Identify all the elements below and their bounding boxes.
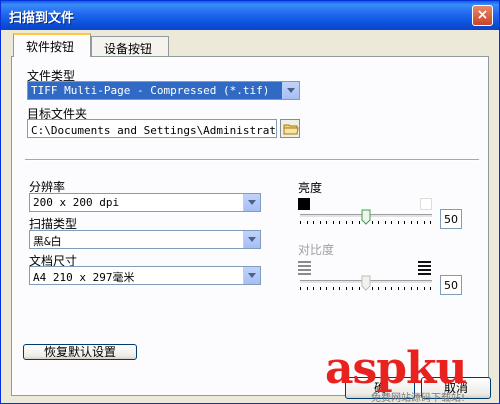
slider-tick xyxy=(391,287,392,290)
chevron-down-icon[interactable] xyxy=(243,267,260,284)
restore-defaults-button[interactable]: 恢复默认设置 xyxy=(23,344,137,360)
resolution-value: 200 x 200 dpi xyxy=(33,196,120,209)
slider-tick xyxy=(404,221,405,224)
tab-software-buttons-label: 软件按钮 xyxy=(26,40,75,54)
slider-tick xyxy=(339,287,340,290)
slider-tick xyxy=(397,287,399,290)
close-icon: × xyxy=(476,7,489,23)
watermark-logo: aspku xyxy=(325,343,468,394)
slider-tick xyxy=(423,221,425,224)
slider-tick xyxy=(391,221,392,224)
target-folder-input[interactable]: C:\Documents and Settings\Administrator\… xyxy=(27,119,277,138)
slider-tick xyxy=(404,287,405,290)
slider-tick xyxy=(352,221,353,224)
brightness-label: 亮度 xyxy=(298,181,323,195)
resolution-select[interactable]: 200 x 200 dpi xyxy=(29,193,261,212)
slider-tick xyxy=(423,287,425,290)
slider-tick xyxy=(371,221,373,224)
light-square-icon xyxy=(420,198,432,210)
brightness-value-text: 50 xyxy=(444,213,458,226)
slider-tick xyxy=(300,221,301,224)
slider-tick xyxy=(358,221,360,224)
slider-tick xyxy=(306,221,308,224)
tab-device-buttons-label: 设备按钮 xyxy=(104,42,153,56)
close-button[interactable]: × xyxy=(472,5,493,26)
slider-tick xyxy=(326,221,327,224)
slider-tick xyxy=(410,221,412,224)
document-size-select[interactable]: A4 210 x 297毫米 xyxy=(29,266,261,285)
slider-tick xyxy=(358,287,360,290)
slider-tick xyxy=(345,221,347,224)
scan-to-file-window: 扫描到文件 × 软件按钮 设备按钮 文件类型 TIFF Multi-Page -… xyxy=(0,0,500,404)
scan-type-select[interactable]: 黑&白 xyxy=(29,230,261,249)
low-contrast-icon xyxy=(298,261,311,275)
chevron-down-icon[interactable] xyxy=(243,231,260,248)
target-folder-value: C:\Documents and Settings\Administrator\… xyxy=(31,124,277,137)
contrast-value-text: 50 xyxy=(444,279,458,292)
document-size-value: A4 210 x 297毫米 xyxy=(33,271,135,284)
brightness-value[interactable]: 50 xyxy=(440,209,462,229)
file-type-value: TIFF Multi-Page - Compressed (*.tif) xyxy=(31,84,270,97)
contrast-value[interactable]: 50 xyxy=(440,275,462,295)
scan-type-value: 黑&白 xyxy=(33,235,62,248)
slider-tick xyxy=(378,287,379,290)
browse-folder-button[interactable] xyxy=(280,119,300,138)
window-title: 扫描到文件 xyxy=(9,11,75,26)
slider-tick xyxy=(417,221,418,224)
contrast-slider-thumb[interactable] xyxy=(361,275,371,291)
chevron-down-icon[interactable] xyxy=(243,194,260,211)
file-type-select[interactable]: TIFF Multi-Page - Compressed (*.tif) xyxy=(27,81,300,100)
slider-tick xyxy=(410,287,412,290)
slider-tick xyxy=(339,221,340,224)
tab-device-buttons[interactable]: 设备按钮 xyxy=(91,36,169,56)
slider-tick xyxy=(319,221,321,224)
slider-tick xyxy=(319,287,321,290)
slider-tick xyxy=(430,287,431,290)
brightness-slider-thumb[interactable] xyxy=(361,209,371,225)
high-contrast-icon xyxy=(418,261,431,275)
slider-tick xyxy=(417,287,418,290)
restore-defaults-label: 恢复默认设置 xyxy=(43,345,116,359)
watermark-tagline: 免费网站源码下载站! xyxy=(371,393,466,404)
section-divider xyxy=(25,159,479,161)
slider-tick xyxy=(313,287,314,290)
folder-icon xyxy=(283,124,299,135)
slider-tick xyxy=(352,287,353,290)
tab-software-buttons[interactable]: 软件按钮 xyxy=(13,33,91,57)
slider-tick xyxy=(326,287,327,290)
dark-square-icon xyxy=(298,198,310,210)
slider-tick xyxy=(332,221,334,224)
slider-tick xyxy=(397,221,399,224)
chevron-down-icon[interactable] xyxy=(282,82,299,99)
slider-tick xyxy=(313,221,314,224)
slider-tick xyxy=(384,287,386,290)
slider-tick xyxy=(430,221,431,224)
slider-tick xyxy=(332,287,334,290)
slider-tick xyxy=(378,221,379,224)
slider-tick xyxy=(371,287,373,290)
slider-tick xyxy=(384,221,386,224)
contrast-label: 对比度 xyxy=(298,243,335,257)
slider-tick xyxy=(300,287,301,290)
slider-tick xyxy=(306,287,308,290)
title-bar[interactable]: 扫描到文件 × xyxy=(1,1,499,30)
slider-tick xyxy=(345,287,347,290)
